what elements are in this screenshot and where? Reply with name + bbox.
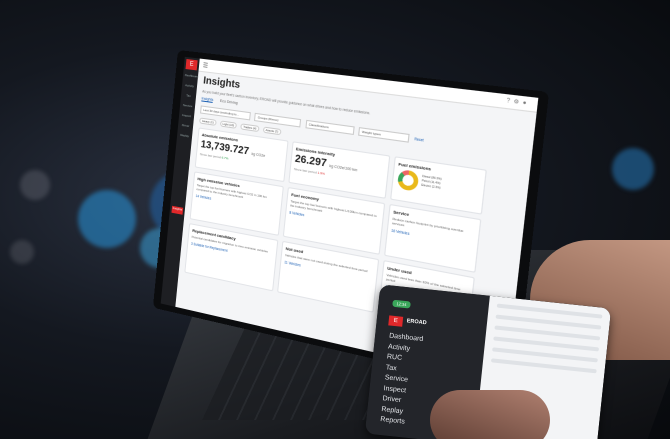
phone-nav-list: Dashboard Activity RUC Tax Service Inspe… bbox=[380, 331, 424, 429]
chip-light[interactable]: Light (10) bbox=[219, 120, 237, 129]
chip-assets[interactable]: Assets (7) bbox=[262, 126, 281, 135]
delta-value: 1.9% bbox=[317, 171, 325, 176]
phone-status-badge: 12:34 bbox=[392, 300, 411, 309]
header-icons: ?⚙● bbox=[506, 98, 530, 108]
sidebar-item-tax[interactable]: Tax bbox=[182, 93, 194, 101]
tab-eco-driving[interactable]: Eco Driving bbox=[220, 99, 238, 105]
bokeh-light bbox=[78, 190, 136, 248]
chip-heavy[interactable]: Heavy (1) bbox=[199, 117, 217, 125]
chip-trailers[interactable]: Trailers (4) bbox=[240, 123, 260, 132]
donut-legend: Diesel (86.3%) Petrol (11.4%) Electric (… bbox=[421, 175, 442, 191]
sidebar-item-insights[interactable]: Insights bbox=[171, 206, 183, 215]
user-icon[interactable]: ● bbox=[522, 100, 530, 108]
unit-label: kg CO2e/100 km bbox=[329, 164, 357, 173]
since-label: Since last period bbox=[200, 152, 221, 159]
brand-logo: E bbox=[186, 59, 198, 70]
weight-types-select[interactable]: Weight types bbox=[358, 127, 410, 143]
sidebar-item-replay[interactable]: Replay bbox=[179, 133, 191, 142]
left-hand bbox=[430, 390, 550, 439]
page-title: Insights bbox=[203, 75, 241, 91]
photo-scene: E Dashboard Activity Tax Service Inspect… bbox=[0, 0, 670, 439]
sidebar-item-driver[interactable]: Driver bbox=[180, 123, 192, 132]
sidebar-item-inspect[interactable]: Inspect bbox=[181, 113, 193, 122]
sidebar-item-activity[interactable]: Activity bbox=[183, 83, 195, 91]
tab-insights[interactable]: Insights bbox=[201, 96, 213, 103]
bokeh-light bbox=[10, 240, 34, 264]
phone-nav-reports[interactable]: Reports bbox=[380, 415, 415, 429]
sidebar-item-service[interactable]: Service bbox=[182, 103, 194, 112]
classifications-select[interactable]: Classifications bbox=[305, 120, 354, 135]
delta-value: 6.7% bbox=[222, 155, 229, 160]
phone-brand-name: EROAD bbox=[406, 318, 426, 326]
since-label: Since last period bbox=[294, 167, 317, 175]
fuel-donut-chart bbox=[397, 169, 419, 192]
hamburger-menu-icon[interactable]: ☰ bbox=[203, 62, 209, 70]
bokeh-light bbox=[612, 148, 654, 190]
sidebar-item-dashboard[interactable]: Dashboard bbox=[184, 73, 196, 81]
reset-button[interactable]: Reset bbox=[414, 137, 424, 143]
unit-label: kg CO2e bbox=[251, 152, 265, 158]
top-bar: ☰ ?⚙● bbox=[198, 59, 538, 113]
phone-brand-logo: E bbox=[388, 315, 403, 326]
bokeh-light bbox=[20, 170, 50, 200]
